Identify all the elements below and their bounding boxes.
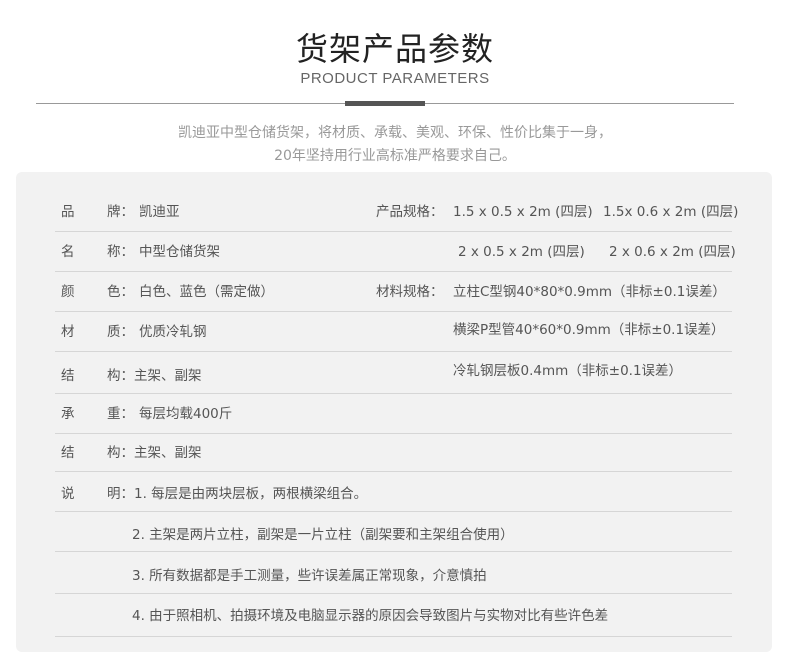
product-spec-value: 2 x 0.5 x 2m (四层) [458, 244, 585, 260]
title-divider-accent [345, 101, 425, 106]
spec-value: 构：主架、副架 [107, 445, 202, 461]
note-item: 4. 由于照相机、拍摄环境及电脑显示器的原因会导致图片与实物对比有些许色差 [55, 594, 732, 637]
spec-value: 每层均载400斤 [139, 406, 233, 422]
spec-key-char: 名 [61, 244, 75, 260]
product-spec-value: 1.5x 0.6 x 2m (四层) [603, 204, 739, 220]
spec-key-char: 品 [61, 204, 75, 220]
spec-row-name: 名 称： 中型仓储货架 2 x 0.5 x 2m (四层) 2 x 0.6 x … [55, 232, 736, 272]
spec-value: 明：1. 每层是由两块层板，两根横梁组合。 [107, 486, 368, 502]
spec-key-char: 结 [61, 368, 75, 384]
spec-key-char: 说 [61, 486, 75, 502]
spec-value: 凯迪亚 [139, 204, 180, 220]
material-spec-value: 立柱C型钢40*80*0.9mm（非标±0.1误差） [453, 284, 726, 300]
spec-key-char: 牌： [107, 204, 134, 220]
spec-key-char: 重： [107, 406, 134, 422]
spec-key-char: 承 [61, 406, 75, 422]
spec-value: 优质冷轧钢 [139, 324, 207, 340]
material-spec-value: 横梁P型管40*60*0.9mm（非标±0.1误差） [453, 322, 725, 338]
spec-value: 中型仓储货架 [139, 244, 220, 260]
spec-row-structure: 结 构：主架、副架 冷轧钢层板0.4mm（非标±0.1误差） [55, 352, 732, 394]
product-spec-value: 2 x 0.6 x 2m (四层) [609, 244, 736, 260]
spec-key-char: 色： [107, 284, 134, 300]
spec-row-brand: 品 牌： 凯迪亚 产品规格： 1.5 x 0.5 x 2m (四层) 1.5x … [55, 192, 738, 232]
note-text: 3. 所有数据都是手工测量，些许误差属正常现象，介意慎拍 [132, 568, 487, 584]
spec-row-load: 承 重： 每层均载400斤 [55, 394, 732, 434]
spec-row-structure-2: 结 构：主架、副架 [55, 434, 732, 472]
page-title: 货架产品参数 [295, 30, 494, 68]
intro-line-1: 凯迪亚中型仓储货架，将材质、承载、美观、环保、性价比集于一身， [178, 125, 612, 141]
spec-row-material: 材 质： 优质冷轧钢 横梁P型管40*60*0.9mm（非标±0.1误差） [55, 312, 732, 352]
spec-key-char: 颜 [61, 284, 75, 300]
spec-row-color: 颜 色： 白色、蓝色（需定做） 材料规格： 立柱C型钢40*80*0.9mm（非… [55, 272, 732, 312]
note-item: 2. 主架是两片立柱，副架是一片立柱（副架要和主架组合使用） [55, 512, 732, 552]
product-spec-label: 产品规格： [376, 204, 444, 220]
spec-value: 白色、蓝色（需定做） [139, 284, 274, 300]
spec-key-char: 称： [107, 244, 134, 260]
intro-line-2: 20年坚持用行业高标准严格要求自己。 [274, 148, 516, 164]
product-spec-value: 1.5 x 0.5 x 2m (四层) [453, 204, 593, 220]
spec-value: 构：主架、副架 [107, 368, 202, 384]
spec-key-char: 质： [107, 324, 134, 340]
page-subtitle: PRODUCT PARAMETERS [300, 70, 490, 87]
spec-row-note: 说 明：1. 每层是由两块层板，两根横梁组合。 [55, 472, 732, 512]
material-spec-value: 冷轧钢层板0.4mm（非标±0.1误差） [453, 363, 683, 379]
spec-key-char: 材 [61, 324, 75, 340]
material-spec-label: 材料规格： [376, 284, 444, 300]
spec-key-char: 结 [61, 445, 75, 461]
note-item: 3. 所有数据都是手工测量，些许误差属正常现象，介意慎拍 [55, 552, 732, 594]
note-text: 4. 由于照相机、拍摄环境及电脑显示器的原因会导致图片与实物对比有些许色差 [132, 608, 609, 624]
